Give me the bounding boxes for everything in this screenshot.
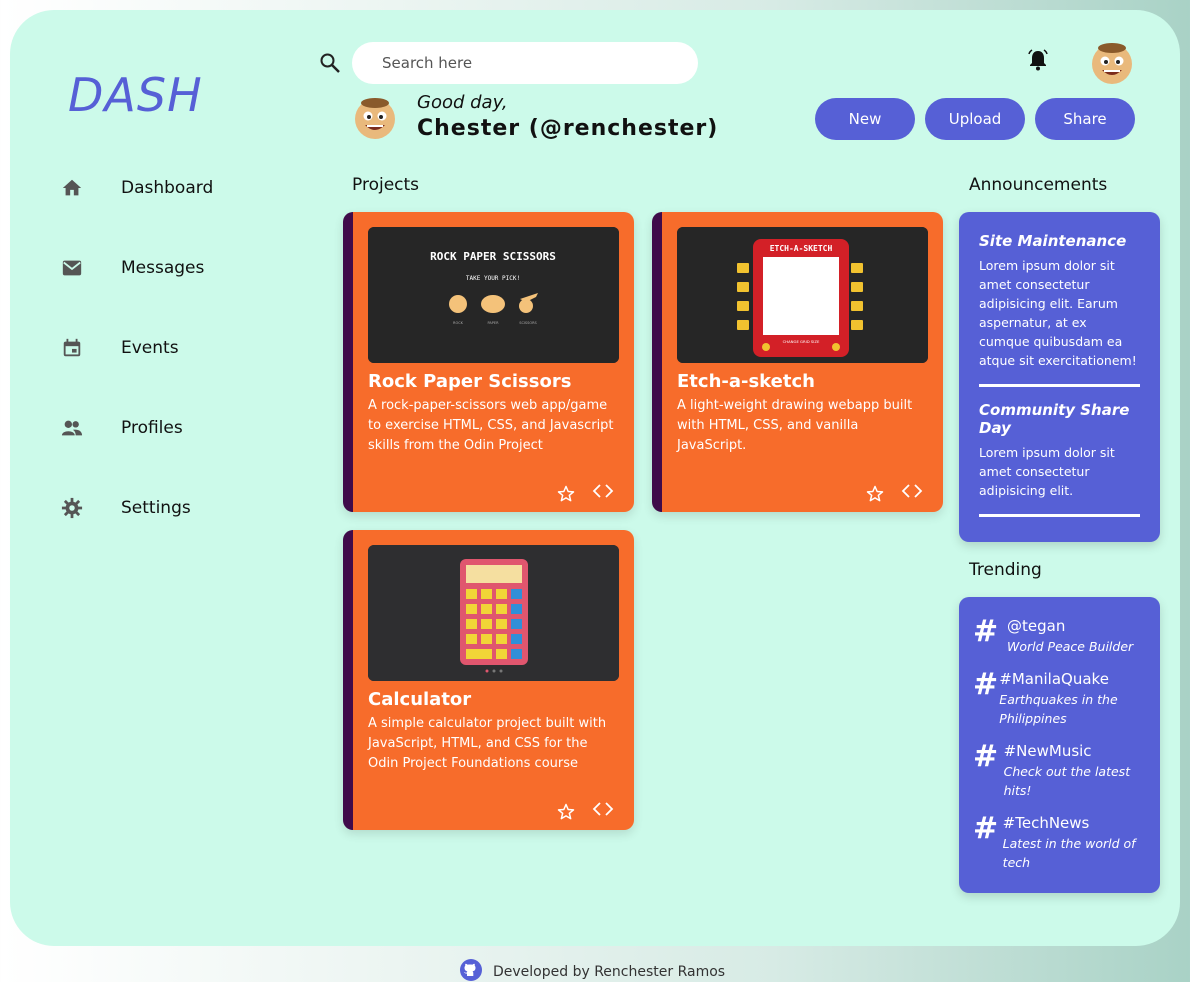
bell-icon[interactable] <box>1026 48 1050 72</box>
project-description: A rock-paper-scissors web app/game to ex… <box>368 398 614 453</box>
trending-subtitle: Latest in the world of tech <box>1002 836 1136 870</box>
hash-icon: # <box>973 739 999 774</box>
thumbnail-subtitle: TAKE YOUR PICK! <box>466 275 520 282</box>
sidebar-item-label: Dashboard <box>121 178 214 198</box>
project-title: Calculator <box>368 689 472 710</box>
code-icon[interactable] <box>901 481 923 501</box>
search-icon[interactable] <box>318 51 342 75</box>
trending-heading: Trending <box>969 560 1042 580</box>
sidebar-item-settings[interactable]: Settings <box>60 488 213 528</box>
project-description: A light-weight drawing webapp built with… <box>677 398 913 453</box>
star-icon[interactable] <box>556 802 576 822</box>
hash-icon: # <box>973 811 999 846</box>
people-icon <box>60 416 84 440</box>
sidebar-item-label: Profiles <box>121 418 183 438</box>
announcement-title: Community Share Day <box>979 401 1130 437</box>
announcement-body: Lorem ipsum dolor sit amet consectetur a… <box>979 258 1137 368</box>
project-thumbnail <box>368 545 619 681</box>
sidebar-item-dashboard[interactable]: Dashboard <box>60 168 213 208</box>
thumbnail-option: PAPER <box>487 321 499 325</box>
sidebar-item-label: Settings <box>121 498 191 518</box>
logo[interactable]: DASH <box>68 68 203 122</box>
project-card[interactable]: Calculator A simple calculator project b… <box>343 530 634 830</box>
trending-subtitle: Earthquakes in the Philippines <box>999 692 1118 726</box>
trending-item[interactable]: # #ManilaQuake Earthquakes in the Philip… <box>973 670 1146 728</box>
hash-icon: # <box>973 667 999 702</box>
trending-item[interactable]: # #TechNews Latest in the world of tech <box>973 814 1146 872</box>
trending-tag: #NewMusic <box>1003 742 1092 760</box>
footer: Developed by Renchester Ramos <box>459 958 725 982</box>
announcements-heading: Announcements <box>969 175 1108 195</box>
announcement-title: Site Maintenance <box>979 232 1127 250</box>
calendar-icon <box>60 336 84 360</box>
project-title: Rock Paper Scissors <box>368 371 572 392</box>
share-button[interactable]: Share <box>1035 98 1135 140</box>
code-icon[interactable] <box>592 799 614 819</box>
user-name: Chester (@renchester) <box>417 116 719 141</box>
thumbnail-title: ROCK PAPER SCISSORS <box>430 250 556 263</box>
project-thumbnail: ROCK PAPER SCISSORS TAKE YOUR PICK! ROCK… <box>368 227 619 363</box>
project-thumbnail: ETCH-A-SKETCH CHANGE GRID SIZE <box>677 227 928 363</box>
trending-tag: @tegan <box>1007 617 1066 635</box>
trending-tag: #ManilaQuake <box>999 670 1109 688</box>
gear-icon <box>60 496 84 520</box>
trending-item[interactable]: # #NewMusic Check out the latest hits! <box>973 742 1146 800</box>
thumbnail-option: SCISSORS <box>519 321 537 325</box>
github-icon[interactable] <box>459 958 493 982</box>
sidebar-item-events[interactable]: Events <box>60 328 213 368</box>
avatar[interactable] <box>1089 40 1135 86</box>
search-input[interactable] <box>352 42 698 84</box>
trending-tag: #TechNews <box>1002 814 1090 832</box>
announcement-item: Site Maintenance Lorem ipsum dolor sit a… <box>979 232 1140 387</box>
trending-panel: # @tegan World Peace Builder # #ManilaQu… <box>959 597 1160 893</box>
new-button[interactable]: New <box>815 98 915 140</box>
sidebar-item-label: Events <box>121 338 179 358</box>
project-card[interactable]: ROCK PAPER SCISSORS TAKE YOUR PICK! ROCK… <box>343 212 634 512</box>
star-icon[interactable] <box>556 484 576 504</box>
upload-button[interactable]: Upload <box>925 98 1025 140</box>
announcement-body: Lorem ipsum dolor sit amet consectetur a… <box>979 445 1115 498</box>
sidebar-item-messages[interactable]: Messages <box>60 248 213 288</box>
footer-text: Developed by Renchester Ramos <box>493 964 726 980</box>
trending-subtitle: World Peace Builder <box>1007 639 1134 654</box>
thumbnail-title: ETCH-A-SKETCH <box>770 244 833 253</box>
sidebar-nav: Dashboard Messages Events Profiles Setti… <box>60 168 213 568</box>
code-icon[interactable] <box>592 481 614 501</box>
project-description: A simple calculator project built with J… <box>368 716 607 771</box>
project-card[interactable]: ETCH-A-SKETCH CHANGE GRID SIZE Etch-a-sk… <box>652 212 943 512</box>
trending-item[interactable]: # @tegan World Peace Builder <box>973 617 1146 656</box>
thumbnail-option: ROCK <box>453 321 464 325</box>
sidebar-item-label: Messages <box>121 258 205 278</box>
sidebar-item-profiles[interactable]: Profiles <box>60 408 213 448</box>
user-avatar <box>352 95 398 141</box>
announcements-panel: Site Maintenance Lorem ipsum dolor sit a… <box>959 212 1160 542</box>
home-icon <box>60 176 84 200</box>
mail-icon <box>60 256 84 280</box>
projects-heading: Projects <box>352 175 420 195</box>
project-title: Etch-a-sketch <box>677 371 815 392</box>
thumbnail-subtitle: CHANGE GRID SIZE <box>783 339 820 344</box>
hash-icon: # <box>973 614 999 649</box>
greeting-text: Good day, <box>417 92 508 113</box>
star-icon[interactable] <box>865 484 885 504</box>
announcement-item: Community Share Day Lorem ipsum dolor si… <box>979 401 1140 517</box>
trending-subtitle: Check out the latest hits! <box>1003 764 1131 798</box>
